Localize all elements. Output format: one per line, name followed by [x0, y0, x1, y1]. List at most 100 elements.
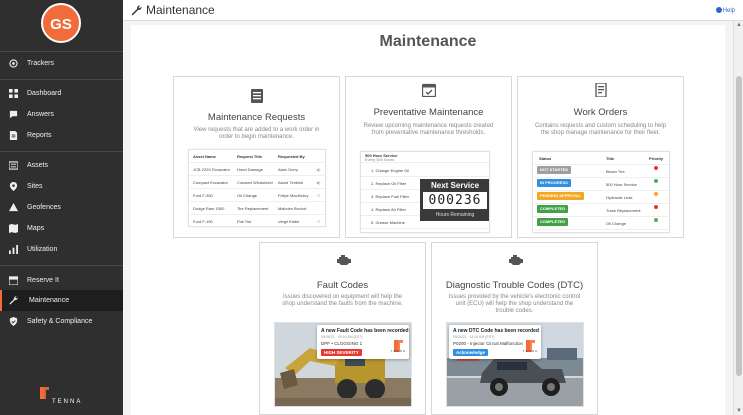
sidebar-item-reserve-it[interactable]: Reserve It — [0, 270, 123, 291]
table-cell: Vergil Eddie — [278, 219, 300, 224]
sidebar-item-trackers[interactable]: Trackers — [0, 53, 123, 74]
table-row: NOT STARTED Blown Tire — [533, 166, 669, 178]
table-row: Dodge Ram 1500 Tire Replacement Malcolm … — [189, 203, 325, 215]
fault-code-notification: A new Fault Code has been recorded 05/26… — [317, 325, 409, 359]
task-label: 5. Grease Machine — [371, 220, 405, 225]
dtc-description: P0200 - Injector Circuit Malfunction — [453, 341, 524, 346]
sidebar-item-label: Trackers — [27, 60, 54, 67]
notification-title: A new DTC Code has been recorded — [453, 328, 539, 334]
fault-description: DPF • CLOGGING 1 — [321, 341, 363, 346]
sidebar-divider — [0, 79, 123, 80]
task-label: 1. Change Engine Oil — [371, 168, 410, 173]
sidebar-item-safety-compliance[interactable]: Safety & Compliance — [0, 311, 123, 332]
help-label: Help — [722, 8, 735, 14]
next-service-title: Next Service — [430, 181, 480, 190]
card-title: Maintenance Requests — [207, 112, 306, 123]
page-scrollbar[interactable]: ▲ ▼ — [733, 21, 743, 415]
sidebar-item-utilization[interactable]: Utilization — [0, 239, 123, 260]
table-cell: Alain Gurry — [278, 167, 299, 172]
table-cell: Cracked Windshield — [237, 180, 273, 185]
status-badge: COMPLETED — [537, 218, 569, 226]
reports-icon — [9, 131, 18, 140]
logo-text: TENNA — [52, 399, 83, 405]
work-order-document-icon — [595, 83, 607, 97]
maintenance-requests-card[interactable]: Maintenance Requests View requests that … — [173, 76, 340, 238]
sidebar-divider — [0, 265, 123, 266]
hours-counter: 000236 — [423, 192, 487, 209]
column-header: Request Title — [237, 154, 263, 159]
work-order-title: Oil Change — [606, 221, 627, 226]
dtc-card[interactable]: Diagnostic Trouble Codes (DTC) Issues pr… — [431, 242, 598, 415]
sidebar-item-sites[interactable]: Sites — [0, 176, 123, 197]
help-link[interactable]: Help — [715, 7, 735, 14]
priority-indicator — [654, 205, 658, 209]
scroll-thumb[interactable] — [736, 76, 742, 376]
card-title: Work Orders — [573, 107, 628, 118]
scroll-down-arrow-icon[interactable]: ▼ — [734, 407, 743, 415]
column-header: Requested By — [278, 154, 305, 159]
sidebar-item-dashboard[interactable]: Dashboard — [0, 83, 123, 104]
table-cell: Malcolm Bochof — [278, 206, 307, 211]
table-cell: Aland Timbink — [278, 180, 304, 185]
sidebar-item-label: Geofences — [27, 204, 61, 211]
truck-photo: A new DTC Code has been recorded 05/26/2… — [446, 322, 584, 407]
sidebar-item-label: Answers — [27, 111, 54, 118]
header-title: Maintenance — [146, 3, 215, 17]
pm-schedule-preview: 500 Hour Service Every 500 hours 1. Chan… — [360, 151, 490, 233]
sidebar-item-maps[interactable]: Maps — [0, 218, 123, 239]
attachment-icon: ∅ — [317, 219, 321, 224]
table-row: Ford F-350 Oil Change Felipe MacKinley ∅ — [189, 190, 325, 202]
sidebar-item-reports[interactable]: Reports — [0, 125, 123, 146]
sidebar-item-geofences[interactable]: Geofences — [0, 197, 123, 218]
table-cell: Felipe MacKinley — [278, 193, 309, 198]
preventative-maintenance-card[interactable]: Preventative Maintenance Review upcoming… — [345, 76, 512, 238]
requests-preview-table: Asset Name Request Title Requested By JC… — [188, 149, 326, 227]
sidebar-item-label: Reports — [27, 132, 52, 139]
column-header: Asset Name — [193, 154, 216, 159]
card-description: Review upcoming maintenance requests cre… — [363, 123, 494, 136]
sidebar-item-assets[interactable]: Assets — [0, 155, 123, 176]
dtc-code-notification: A new DTC Code has been recorded 05/26/2… — [449, 325, 541, 359]
scroll-up-arrow-icon[interactable]: ▲ — [734, 21, 743, 29]
notification-logo-text: TENNA — [390, 349, 406, 353]
card-description: Issues provided by the vehicle's electro… — [448, 294, 581, 314]
page-title: Maintenance — [379, 33, 477, 50]
status-badge: NOT STARTED — [537, 166, 572, 174]
location-pin-icon — [9, 182, 18, 191]
work-order-title: Hydraulic Leak — [606, 195, 633, 200]
table-header: Status Title Priority — [533, 153, 669, 165]
list-item: 1. Change Engine Oil — [361, 165, 489, 177]
assets-icon — [9, 161, 18, 170]
table-cell: Compact Excavator — [193, 180, 228, 185]
sidebar-item-maintenance[interactable]: Maintenance — [0, 290, 123, 311]
card-description: View requests that are added to a work o… — [193, 127, 320, 140]
column-header: Title — [606, 156, 615, 161]
app-window: GS Trackers Dashboard Answers Reports As… — [0, 0, 743, 415]
priority-indicator — [654, 179, 658, 183]
notification-title: A new Fault Code has been recorded — [321, 328, 409, 334]
wrench-icon — [9, 296, 18, 305]
header: Maintenance Help — [123, 0, 743, 21]
table-header: Asset Name Request Title Requested By — [189, 151, 325, 163]
avatar[interactable]: GS — [41, 3, 81, 43]
wrench-icon — [131, 5, 142, 16]
task-label: 2. Replace Oil Filter — [371, 181, 407, 186]
list-document-icon — [251, 89, 263, 103]
table-row: Compact Excavator Cracked Windshield Ala… — [189, 177, 325, 189]
acknowledge-button[interactable]: Acknowledge — [453, 349, 489, 356]
priority-indicator — [654, 218, 658, 222]
schedule-subtitle: Every 500 hours — [361, 157, 489, 163]
audio-icon: ◀) — [316, 167, 321, 172]
excavator-photo: A new Fault Code has been recorded 05/26… — [274, 322, 412, 407]
geofence-icon — [9, 203, 18, 212]
work-orders-card[interactable]: Work Orders Contains requests and custom… — [517, 76, 684, 238]
map-icon — [9, 224, 18, 233]
next-service-subtitle: Hours Remaining — [435, 212, 475, 218]
shield-icon — [9, 317, 18, 326]
notification-time: 05/26/21 · 11:04 AM (EST) — [453, 335, 495, 339]
work-order-title: 500 Hour Service — [606, 182, 637, 187]
fault-codes-card[interactable]: Fault Codes Issues discovered on equipme… — [259, 242, 426, 415]
sidebar-item-answers[interactable]: Answers — [0, 104, 123, 125]
status-badge: IN PROGRESS — [537, 179, 571, 187]
sidebar: GS Trackers Dashboard Answers Reports As… — [0, 0, 123, 415]
